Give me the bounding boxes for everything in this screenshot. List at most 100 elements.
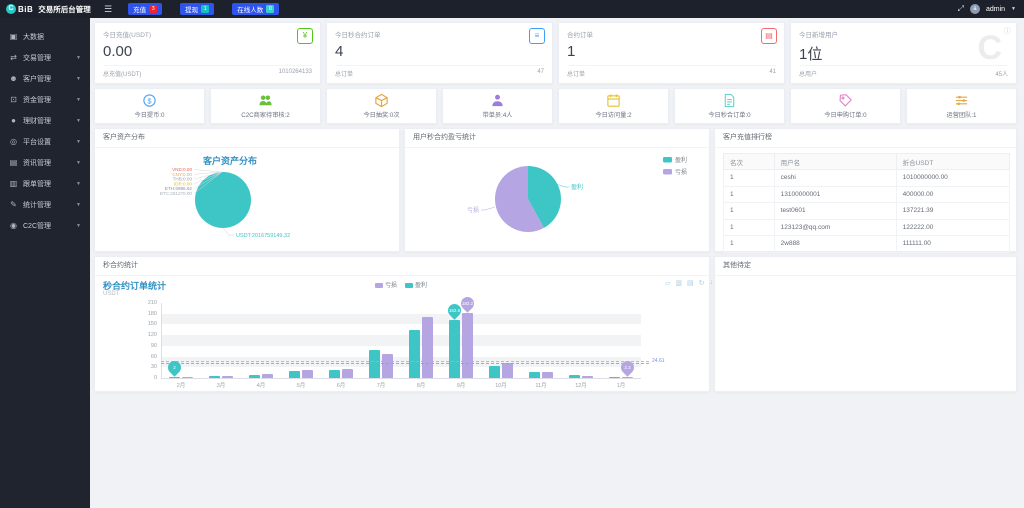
line-chart-icon[interactable]: ▱ [665,279,670,287]
shortcut-card-label: 运营团队:1 [946,112,977,119]
table-cell: 2w888 [773,235,897,253]
legend-swatch [375,282,383,288]
average-markline [161,363,649,365]
stat-card-title: 今日充值(USDT) [103,32,152,39]
panel-title: 用户秒合约盈亏统计 [405,129,709,148]
stat-card-title: 今日新增用户 [799,32,838,39]
sidebar-item-label: 交易管理 [23,54,51,62]
subscribe-tag-icon [838,93,853,108]
table-row: 1 2w888 111111.00 [723,235,1011,253]
sidebar-item[interactable]: ✎ 统计管理 ▼ [0,194,90,215]
header-button[interactable]: 提现 1 [180,3,215,15]
seconds-order-icon: ≡ [529,28,545,44]
panel-title: 客户充值排行榜 [715,129,1016,148]
fullscreen-icon[interactable]: ⤢ [958,4,964,14]
y-axis-tick-label: 30 [150,364,157,371]
x-axis-tick-label: 6月 [336,383,346,389]
x-axis-tick-label: 9月 [456,383,466,389]
stat-card-footer: 总订单 41 [567,65,776,78]
pnl-pie-chart: 盈利亏损盈利亏损 [467,156,687,232]
chevron-down-icon[interactable]: ▼ [1011,6,1016,12]
stat-card-value: 4 [335,43,344,60]
asset-distribution-pie-chart: 客户资产分布VND:0.00CNY:0.00THB:0.00IDR:0.00ET… [160,155,290,239]
legend-item[interactable]: 亏损 [375,280,397,289]
trader-icon [490,93,505,108]
pie-slice-label: BTC:261270.00 [160,191,193,196]
chevron-down-icon: ▼ [76,180,81,187]
shortcut-card-label: C2C商家待审核:2 [241,112,290,119]
bar-chart-icon[interactable]: ▥ [675,279,682,287]
seconds-contract-orders-panel: 秒合约统计 秒合约订单统计 USDT 亏损 盈利 ▱ ▥ ▤ ↻ ↓ 210 180 150 1… [94,256,713,392]
sidebar-item[interactable]: ● 理财管理 ▼ [0,110,90,131]
table-cell: 111111.00 [895,235,1011,253]
table-cell: 1 [723,218,775,236]
pnl-pie-panel: 用户秒合约盈亏统计 盈利 亏损 盈利 亏损 [404,128,710,252]
legend-swatch[interactable] [663,157,672,163]
table-cell: 1 [723,235,775,253]
pie-slice-label: 盈利 [571,183,583,191]
sidebar-nav: ▣ 大数据 ⇄ 交易管理 ▼ ☻ 客户管理 ▼ ⊡ 资金管理 ▼ ● 理财管理 ▼ ◎ 平台设置 ▼ ▤ 资讯管理 ▼… [0,18,90,508]
shortcut-card[interactable]: $ 今日提币:0 [94,88,205,124]
shortcut-card[interactable]: 今日申购订单:0 [790,88,901,124]
header-button[interactable]: 充值 3 [128,3,163,15]
brand-watermark-icon: C [977,29,1002,67]
funds-icon: ⊡ [10,95,17,104]
stat-footer-value: 41 [769,69,776,75]
stat-card-title: 今日秒合约订单 [335,32,381,39]
shortcut-card[interactable]: 运营团队:1 [906,88,1017,124]
stat-card: 今日秒合约订单 ≡ 4 总订单 47 [326,22,553,84]
sidebar-item[interactable]: ▥ 跟单管理 ▼ [0,173,90,194]
sidebar-item[interactable]: ⊡ 资金管理 ▼ [0,89,90,110]
menu-toggle-icon[interactable]: ☰ [104,4,112,15]
sidebar-item[interactable]: ◎ 平台设置 ▼ [0,131,90,152]
wealth-icon: ● [11,116,16,125]
chevron-down-icon: ▼ [76,75,81,82]
sidebar-item-label: 客户管理 [23,75,51,83]
shortcut-card-label: 今日抽奖:0次 [363,112,400,119]
bar-亏损-4月 [262,374,273,378]
stat-card-value: 1位 [799,46,823,63]
user-name[interactable]: admin [986,6,1005,13]
legend-swatch[interactable] [663,169,672,175]
header-button[interactable]: 在线人数 0 [232,3,280,15]
stat-card: 今日新增用户 Cⓘ 1位 总用户 45人 [790,22,1017,84]
header-right: ⤢ a admin ▼ [958,4,1024,14]
sidebar-item[interactable]: ▣ 大数据 [0,26,90,47]
trade-icon: ⇄ [10,53,17,62]
recharge-ranking-panel: 客户充值排行榜 名次 用户名 折合USDT 1 ceshi 1010000000.00 1… [714,128,1017,253]
stat-card: 今日充值(USDT) ¥0.00 总充值(USDT) 1010264133 [94,22,321,84]
bar-亏损-10月 [502,362,513,378]
y-axis-tick-label: 150 [147,321,157,328]
chevron-down-icon: ▼ [76,54,81,61]
legend-item[interactable]: 盈利 [405,280,427,289]
legend-label[interactable]: 亏损 [675,168,687,176]
bar-亏损-9月 [462,312,473,378]
pie-slice-label: USDT:2016759149.32 [236,233,290,239]
shortcut-card[interactable]: 今日访问量:2 [558,88,669,124]
sidebar-item[interactable]: ▤ 资讯管理 ▼ [0,152,90,173]
download-icon[interactable]: ↓ [710,279,714,287]
shortcut-card[interactable]: 今日秒合订单:0 [674,88,785,124]
bar-盈利-5月 [289,370,300,378]
restore-icon[interactable]: ↻ [699,279,705,287]
legend-label[interactable]: 盈利 [675,156,687,164]
sidebar-item[interactable]: ◉ C2C管理 ▼ [0,215,90,236]
shortcut-card-label: 今日访问量:2 [595,112,632,119]
avatar[interactable]: a [969,4,980,14]
table-cell: 137221.39 [895,202,1011,220]
pie-slice-label: 亏损 [467,206,479,214]
panel-title: 秒合约统计 [95,257,709,276]
sidebar-item[interactable]: ⇄ 交易管理 ▼ [0,47,90,68]
bar-盈利-8月 [409,329,420,378]
x-axis-tick-label: 12月 [575,383,587,389]
shortcut-card[interactable]: 带单员:4人 [442,88,553,124]
sidebar-item-label: 资金管理 [23,96,51,104]
shortcut-card[interactable]: 今日抽奖:0次 [326,88,437,124]
shortcut-card[interactable]: C2C商家待审核:2 [210,88,321,124]
stack-icon[interactable]: ▤ [687,279,694,287]
chart-toolbox: ▱ ▥ ▤ ↻ ↓ [665,279,713,287]
sidebar-item[interactable]: ☻ 客户管理 ▼ [0,68,90,89]
table-cell: 122222.00 [895,218,1011,236]
chevron-down-icon: ▼ [76,201,81,208]
x-axis-tick-label: 10月 [495,383,507,389]
